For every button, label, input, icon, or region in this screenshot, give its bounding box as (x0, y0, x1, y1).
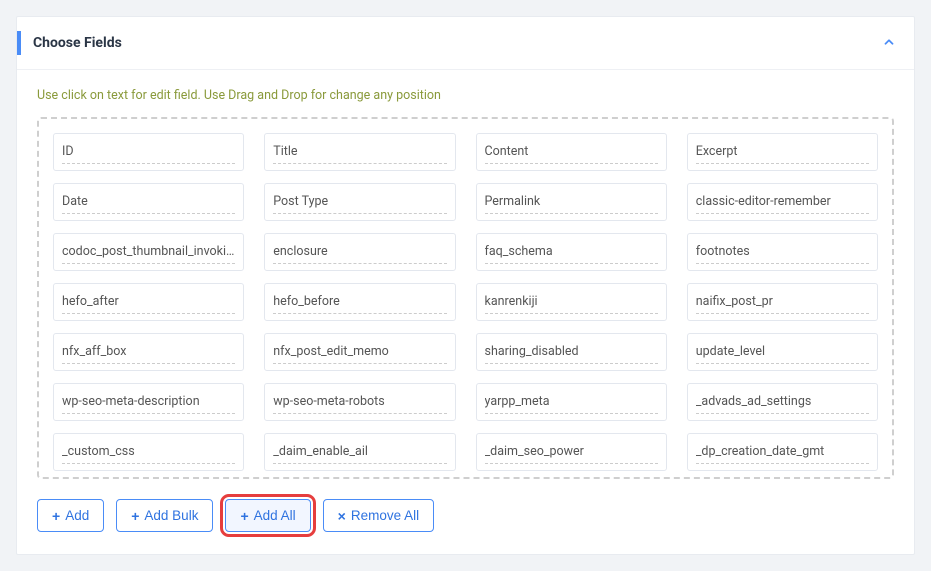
field-card[interactable] (264, 333, 455, 371)
field-card[interactable] (476, 183, 667, 221)
add-button-label: Add (65, 508, 89, 523)
field-card[interactable] (687, 383, 878, 421)
panel-body: Use click on text for edit field. Use Dr… (17, 70, 914, 554)
field-name-input[interactable] (62, 192, 235, 214)
field-name-input[interactable] (62, 142, 235, 164)
choose-fields-panel: Choose Fields Use click on text for edit… (16, 16, 915, 555)
field-card[interactable] (264, 183, 455, 221)
field-card[interactable] (264, 433, 455, 471)
fields-dropzone[interactable] (37, 117, 894, 479)
field-card[interactable] (53, 333, 244, 371)
actions-row: + Add + Add Bulk + Add All × Remove All (37, 499, 894, 532)
field-card[interactable] (53, 433, 244, 471)
remove-all-button[interactable]: × Remove All (323, 499, 434, 532)
field-name-input[interactable] (273, 442, 446, 464)
field-name-input[interactable] (485, 242, 658, 264)
field-name-input[interactable] (273, 242, 446, 264)
field-card[interactable] (476, 233, 667, 271)
field-card[interactable] (476, 383, 667, 421)
plus-icon: + (131, 509, 139, 523)
times-icon: × (338, 509, 346, 523)
field-card[interactable] (264, 233, 455, 271)
remove-all-button-label: Remove All (351, 508, 419, 523)
field-name-input[interactable] (696, 442, 869, 464)
panel-header[interactable]: Choose Fields (17, 17, 914, 70)
field-name-input[interactable] (62, 242, 235, 264)
field-name-input[interactable] (62, 392, 235, 414)
field-name-input[interactable] (273, 142, 446, 164)
field-card[interactable] (53, 183, 244, 221)
field-name-input[interactable] (485, 392, 658, 414)
field-name-input[interactable] (273, 392, 446, 414)
add-all-button-label: Add All (254, 508, 296, 523)
field-card[interactable] (687, 433, 878, 471)
field-card[interactable] (476, 283, 667, 321)
field-card[interactable] (476, 333, 667, 371)
field-name-input[interactable] (696, 242, 869, 264)
field-card[interactable] (53, 383, 244, 421)
plus-icon: + (240, 509, 248, 523)
field-name-input[interactable] (273, 192, 446, 214)
field-name-input[interactable] (485, 342, 658, 364)
add-bulk-button[interactable]: + Add Bulk (116, 499, 213, 532)
field-card[interactable] (687, 133, 878, 171)
field-name-input[interactable] (485, 142, 658, 164)
panel-title: Choose Fields (33, 35, 122, 51)
plus-icon: + (52, 509, 60, 523)
field-card[interactable] (53, 233, 244, 271)
field-card[interactable] (476, 133, 667, 171)
add-all-button[interactable]: + Add All (225, 499, 310, 532)
field-name-input[interactable] (696, 392, 869, 414)
field-card[interactable] (687, 333, 878, 371)
field-name-input[interactable] (696, 292, 869, 314)
help-text: Use click on text for edit field. Use Dr… (37, 88, 894, 103)
field-card[interactable] (264, 283, 455, 321)
field-card[interactable] (53, 283, 244, 321)
field-name-input[interactable] (485, 442, 658, 464)
field-card[interactable] (264, 133, 455, 171)
chevron-up-icon[interactable] (882, 34, 896, 53)
field-card[interactable] (687, 183, 878, 221)
field-card[interactable] (53, 133, 244, 171)
field-name-input[interactable] (696, 342, 869, 364)
field-card[interactable] (476, 433, 667, 471)
field-name-input[interactable] (62, 342, 235, 364)
add-button[interactable]: + Add (37, 499, 104, 532)
field-name-input[interactable] (62, 442, 235, 464)
field-card[interactable] (264, 383, 455, 421)
field-name-input[interactable] (62, 292, 235, 314)
field-name-input[interactable] (273, 292, 446, 314)
field-name-input[interactable] (696, 192, 869, 214)
add-bulk-button-label: Add Bulk (144, 508, 198, 523)
field-card[interactable] (687, 283, 878, 321)
field-name-input[interactable] (485, 292, 658, 314)
field-card[interactable] (687, 233, 878, 271)
field-name-input[interactable] (696, 142, 869, 164)
field-name-input[interactable] (485, 192, 658, 214)
field-name-input[interactable] (273, 342, 446, 364)
accent-bar (17, 31, 21, 55)
